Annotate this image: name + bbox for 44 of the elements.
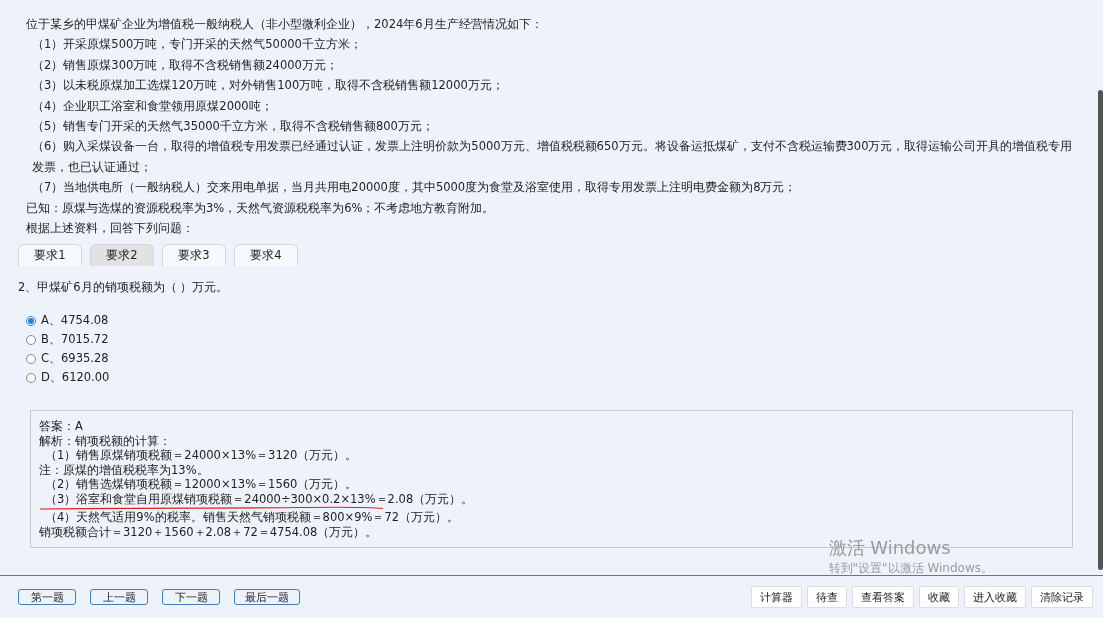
answer-text: （2）销售选煤销项税额＝12000×13%＝1560（万元）。: [45, 477, 358, 492]
requirement-tab[interactable]: 要求2: [90, 244, 154, 267]
tool-button[interactable]: 计算器: [751, 586, 802, 608]
requirement-tab[interactable]: 要求1: [18, 244, 82, 267]
nav-button[interactable]: 最后一题: [234, 589, 300, 605]
answer-text: 答案：A: [39, 419, 83, 434]
question-text: （4）企业职工浴室和食堂领用原煤2000吨；: [31, 97, 274, 115]
question-text: 位于某乡的甲煤矿企业为增值税一般纳税人（非小型微利企业），2024年6月生产经营情况如下：: [26, 16, 544, 33]
radio-button[interactable]: [26, 334, 36, 345]
question-title: 2、甲煤矿6月的销项税额为（ ）万元。: [18, 280, 230, 296]
answer-text: （4）天然气适用9%的税率。销售天然气销项税额＝800×9%＝72（万元）。: [45, 510, 460, 525]
question-text: （3）以未税原煤加工选煤120万吨，对外销售100万吨，取得不含税销售额12000万元；: [31, 77, 505, 95]
question-text: 根据上述资料，回答下列问题：: [26, 220, 195, 238]
question-text: （2）销售原煤300万吨，取得不含税销售额24000万元；: [31, 56, 339, 74]
answer-text: 解析：销项税额的计算：: [39, 433, 171, 449]
option-label: B、7015.72: [41, 332, 109, 348]
question-text: （1）开采原煤500万吨，专门开采的天然气50000千立方米；: [31, 36, 363, 54]
option-label: A、4754.08: [41, 313, 109, 329]
scrollbar[interactable]: [1098, 90, 1103, 570]
question-text: （7）当地供电所（一般纳税人）交来用电单据，当月共用电20000度，其中5000度为食堂及浴室使用，取得专用发票上注明电费金额为8万元；: [31, 179, 798, 197]
option-label: C、6935.28: [41, 351, 109, 367]
nav-button[interactable]: 第一题: [18, 589, 76, 605]
answer-text: 销项税额合计＝3120＋1560＋2.08＋72＝4754.08（万元）。: [39, 524, 378, 540]
requirement-tab[interactable]: 要求4: [234, 244, 298, 267]
radio-button[interactable]: [26, 353, 36, 364]
activation-title: 激活 Windows: [828, 536, 952, 560]
activation-subtitle: 转到"设置"以激活 Windows。: [828, 560, 993, 577]
tool-button[interactable]: 清除记录: [1031, 586, 1093, 608]
tool-button[interactable]: 查看答案: [852, 586, 914, 608]
question-text: （5）销售专门开采的天然气35000千立方米，取得不含税销售额800万元；: [31, 118, 435, 136]
answer-text: （1）销售原煤销项税额＝24000×13%＝3120（万元）。: [45, 448, 358, 463]
radio-button[interactable]: [26, 315, 36, 326]
tool-button[interactable]: 收藏: [919, 586, 959, 608]
radio-button[interactable]: [26, 372, 36, 383]
requirement-tab[interactable]: 要求3: [162, 244, 226, 267]
question-text: 已知：原煤与选煤的资源税税率为3%，天然气资源税税率为6%；不考虑地方教育附加。: [26, 199, 496, 217]
option-label: D、6120.00: [41, 370, 110, 386]
nav-button[interactable]: 上一题: [90, 589, 148, 605]
nav-button[interactable]: 下一题: [162, 589, 220, 605]
tool-button[interactable]: 进入收藏: [964, 586, 1026, 608]
tool-button[interactable]: 待查: [807, 586, 847, 608]
answer-text: 注：原煤的增值税税率为13%。: [39, 462, 209, 478]
question-text: （6）购入采煤设备一台，取得的增值税专用发票已经通过认证，发票上注明价款为5000万元、增值税税额650万元。将设备运抵煤矿，支付不含税运输费300万元，取得运输公司开具的增值税专用发票，也已认证通过；: [31, 138, 1073, 176]
answer-text: （3）浴室和食堂自用原煤销项税额＝24000÷300×0.2×13%＝2.08（万元）。: [45, 491, 474, 507]
